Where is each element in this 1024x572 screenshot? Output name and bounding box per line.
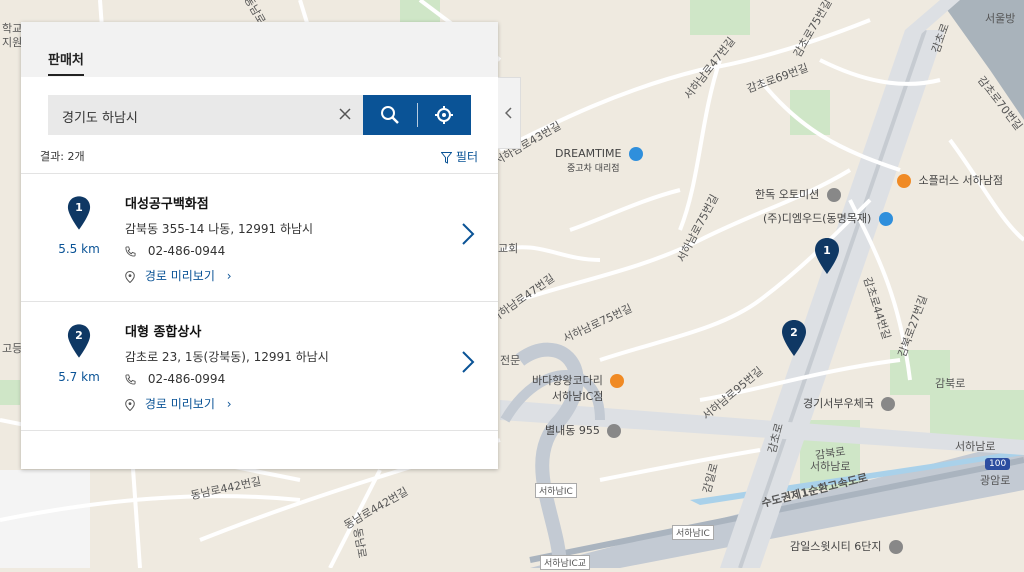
map-marker-2[interactable]: 2: [781, 320, 807, 356]
phone-number: 02-486-0994: [147, 372, 226, 386]
result-distance: 5.7 km: [58, 370, 100, 384]
shop-icon: [628, 147, 643, 161]
crosshair-icon: [435, 106, 454, 124]
search-icon: [380, 106, 399, 124]
route-label: 경로 미리보기: [144, 397, 215, 411]
search-button[interactable]: [363, 95, 417, 135]
map-street-label: 광암로: [980, 474, 1011, 487]
chevron-right-icon: ›: [226, 269, 232, 283]
result-address: 감초로 23, 1동(강북동), 12991 하남시: [125, 350, 329, 364]
map-street-label: 서하남로: [810, 460, 851, 473]
poi-sublabel: 중고차 대리점: [567, 164, 620, 174]
result-open-button[interactable]: [461, 350, 475, 378]
chevron-left-icon: [505, 107, 512, 119]
poi-post[interactable]: 경기서부우체국: [803, 395, 896, 411]
location-pin-icon: [125, 270, 135, 283]
marker-number: 2: [790, 326, 798, 339]
result-name: 대성공구백화점: [125, 197, 209, 212]
place-icon: [826, 188, 841, 202]
marker-number: 1: [823, 244, 831, 257]
map-street-label: 교회: [498, 242, 519, 255]
poi-label: 한독 오토미션: [755, 188, 820, 201]
search-bar: [48, 95, 363, 137]
map-marker-1[interactable]: 1: [814, 238, 840, 274]
place-icon: [888, 540, 903, 554]
map-street-label: 서하남IC: [535, 483, 577, 498]
poi-label: (주)디엠우드(동명목재): [763, 212, 872, 225]
result-count: 결과: 2개: [40, 150, 85, 163]
place-icon: [607, 424, 622, 438]
map-street-label: 서하남로: [955, 440, 996, 453]
phone-number: 02-486-0944: [147, 244, 226, 258]
result-index: 2: [75, 329, 83, 342]
highway-shield: 100: [985, 458, 1011, 470]
poi-label: 경기서부우체국: [803, 397, 874, 410]
poi-sublabel: 서하남IC점: [552, 390, 604, 403]
route-label: 경로 미리보기: [144, 269, 215, 283]
dealer-panel: 판매처 결과: 2개 필터 1 5.5 km 대성공구백화점 감북동 355-1…: [21, 22, 498, 469]
route-preview-link[interactable]: 경로 미리보기 ›: [125, 267, 232, 284]
poi-byeolnae[interactable]: 별내동 955: [545, 422, 622, 438]
result-open-button[interactable]: [461, 222, 475, 250]
result-item[interactable]: 1 5.5 km 대성공구백화점 감북동 355-14 나동, 12991 하남…: [21, 173, 498, 302]
map-street-label: 서하남IC: [672, 525, 714, 540]
poi-label: 감일스윗시티 6단지: [790, 540, 882, 553]
locate-button[interactable]: [417, 95, 471, 135]
result-phone[interactable]: 02-486-0944: [125, 244, 225, 258]
map-street-label: 감북로: [935, 377, 966, 390]
restaurant-icon: [610, 374, 625, 388]
mail-icon: [881, 397, 896, 411]
chevron-right-icon: [462, 351, 475, 373]
divider: [416, 103, 418, 127]
chevron-right-icon: ›: [226, 397, 232, 411]
location-pin-icon: [125, 398, 135, 411]
phone-icon: [125, 374, 136, 385]
poi-soplus[interactable]: 소플러스 서하남점: [897, 172, 1003, 188]
result-phone[interactable]: 02-486-0994: [125, 372, 225, 386]
result-distance: 5.5 km: [58, 242, 100, 256]
result-summary: 결과: 2개 필터: [40, 148, 478, 164]
poi-label: 소플러스 서하남점: [918, 174, 1003, 187]
search-actions: [363, 95, 471, 135]
poi-dreamtime[interactable]: DREAMTIME 중고차 대리점: [555, 147, 643, 174]
shop-icon: [878, 212, 893, 226]
restaurant-icon: [897, 174, 911, 188]
poi-diemwood[interactable]: (주)디엠우드(동명목재): [763, 210, 893, 226]
tab-dealers[interactable]: 판매처: [48, 49, 84, 76]
close-icon: [339, 108, 351, 120]
map-street-label: 지원: [2, 36, 23, 49]
clear-button[interactable]: [337, 107, 353, 123]
result-index: 1: [75, 201, 83, 214]
phone-icon: [125, 246, 136, 257]
result-marker: 1: [67, 196, 91, 230]
poi-label: 바다향왕코다리: [532, 374, 603, 387]
panel-collapse-button[interactable]: [498, 77, 521, 149]
result-marker: 2: [67, 324, 91, 358]
route-preview-link[interactable]: 경로 미리보기 ›: [125, 395, 232, 412]
result-name: 대형 종합상사: [125, 325, 202, 340]
poi-gamil[interactable]: 감일스윗시티 6단지: [790, 538, 903, 554]
map-street-label: 서울방: [985, 12, 1016, 25]
highway-number: 100: [989, 459, 1007, 469]
filter-button[interactable]: 필터: [440, 148, 478, 165]
result-address: 감북동 355-14 나동, 12991 하남시: [125, 222, 314, 236]
map-street-label: 전문: [500, 354, 521, 367]
poi-label: DREAMTIME: [555, 147, 622, 160]
result-item[interactable]: 2 5.7 km 대형 종합상사 감초로 23, 1동(강북동), 12991 …: [21, 301, 498, 431]
chevron-right-icon: [462, 223, 475, 245]
search-input[interactable]: [60, 95, 334, 137]
filter-label: 필터: [455, 150, 478, 164]
poi-label: 별내동 955: [545, 424, 600, 437]
map-street-label: 고등: [2, 342, 23, 355]
tab-bar: 판매처: [21, 22, 498, 77]
poi-hanok[interactable]: 한독 오토미션: [755, 186, 841, 202]
filter-icon: [440, 151, 453, 164]
poi-badahyang[interactable]: 바다향왕코다리 서하남IC점: [532, 372, 625, 404]
